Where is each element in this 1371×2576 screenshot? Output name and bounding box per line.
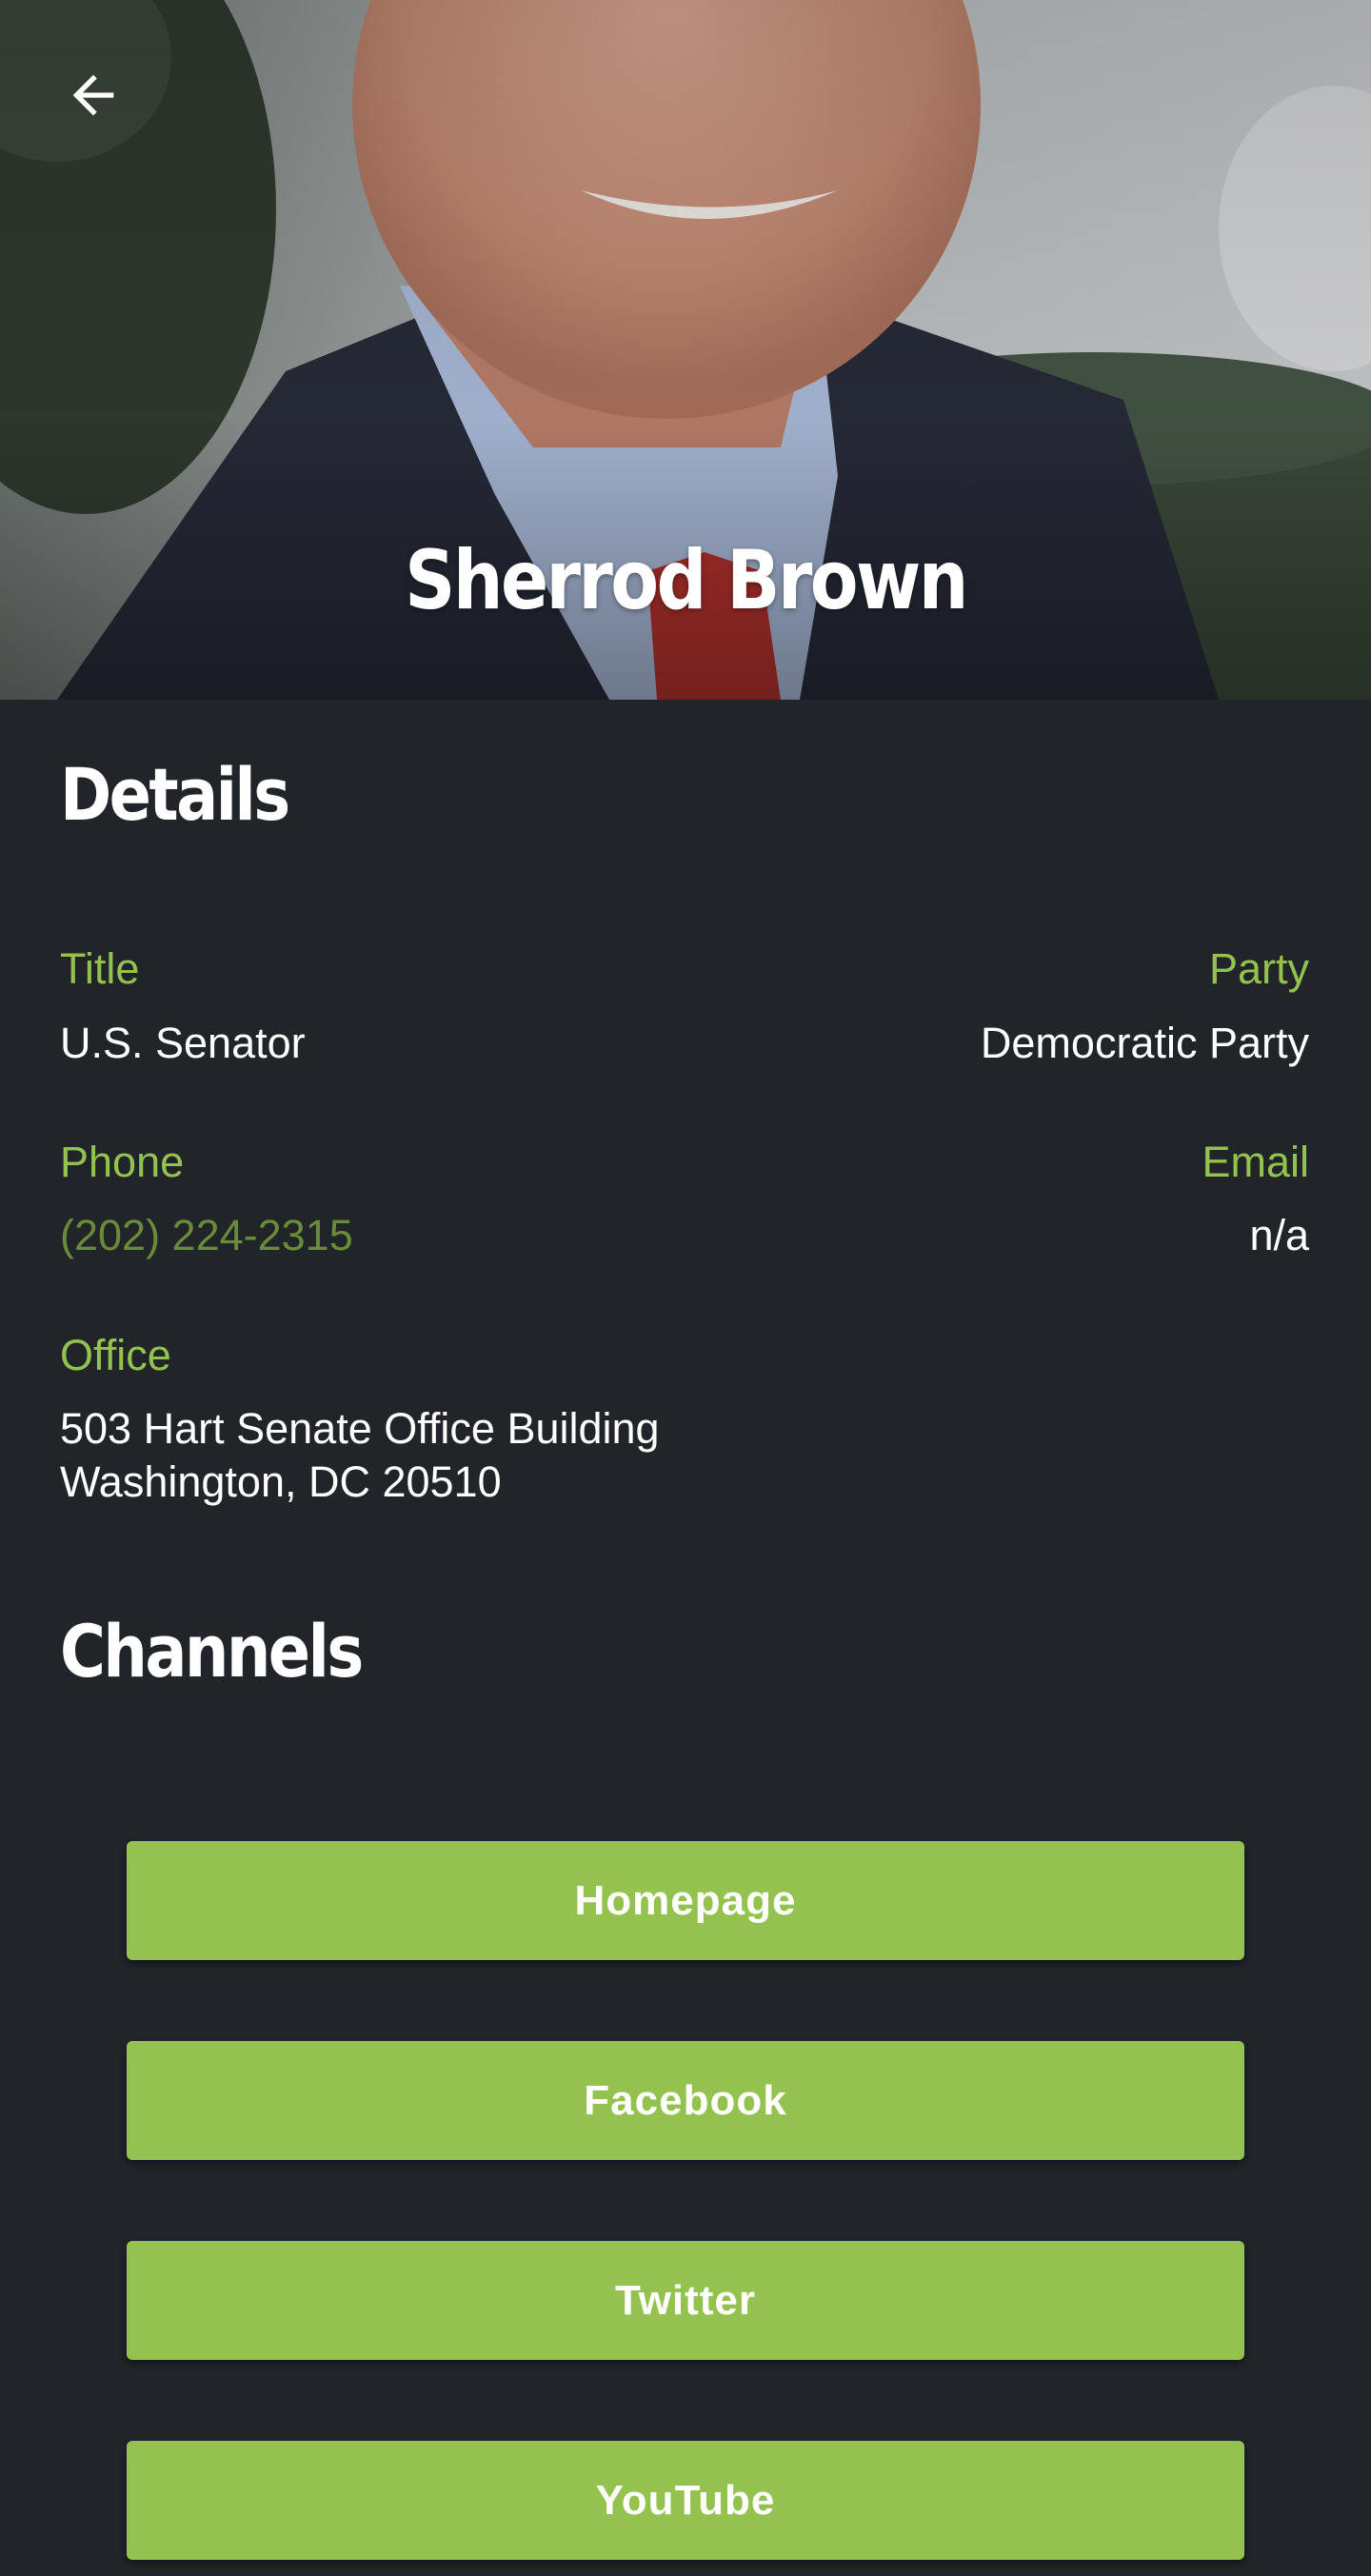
phone-link[interactable]: (202) 224-2315: [60, 1211, 353, 1259]
party-value: Democratic Party: [980, 1019, 1309, 1067]
arrow-left-icon: [72, 74, 114, 116]
back-button[interactable]: [53, 55, 133, 135]
youtube-button[interactable]: YouTube: [127, 2441, 1244, 2560]
twitter-button[interactable]: Twitter: [127, 2241, 1244, 2360]
title-value: U.S. Senator: [60, 1019, 306, 1067]
office-address-line2: Washington, DC 20510: [60, 1457, 502, 1506]
details-heading: Details: [60, 752, 290, 837]
representative-detail-page: Sherrod Brown Details Title U.S. Senator…: [0, 0, 1371, 2576]
office-address: 503 Hart Senate Office Building Washingt…: [60, 1402, 660, 1509]
homepage-button[interactable]: Homepage: [127, 1841, 1244, 1960]
hero-header: Sherrod Brown: [0, 0, 1371, 700]
representative-name: Sherrod Brown: [405, 533, 968, 628]
party-label: Party: [1208, 944, 1309, 993]
facebook-button[interactable]: Facebook: [127, 2041, 1244, 2160]
channels-heading: Channels: [60, 1609, 364, 1694]
email-value: n/a: [1249, 1211, 1309, 1259]
title-label: Title: [60, 944, 140, 993]
office-label: Office: [60, 1331, 171, 1379]
phone-label: Phone: [60, 1138, 185, 1186]
office-address-line1: 503 Hart Senate Office Building: [60, 1404, 660, 1453]
email-label: Email: [1202, 1138, 1309, 1186]
